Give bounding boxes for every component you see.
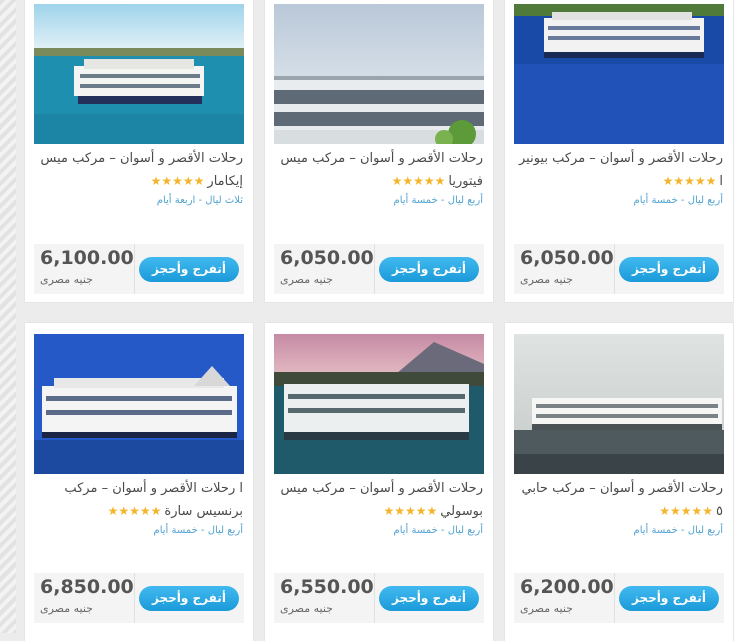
price-amount: 6,550.00 (280, 576, 374, 598)
duration-text: أربع ليال - خمسة أيام (393, 195, 483, 206)
price-amount: 6,200.00 (520, 576, 614, 598)
cruise-ship-image[interactable] (514, 4, 724, 144)
view-and-book-button[interactable]: أتفرج وأحجز (379, 586, 479, 611)
price-currency: جنيه مصرى (520, 602, 573, 615)
price-amount: 6,100.00 (40, 247, 134, 269)
divider (134, 573, 135, 623)
rating-stars-icon: ★★★★★ (150, 174, 205, 188)
duration-text: أربع ليال - خمسة أيام (633, 195, 723, 206)
divider (614, 573, 615, 623)
price-currency: جنيه مصرى (280, 602, 333, 615)
cruise-card: رحلات الأقصر و أسوان – مركب ميس إيكامار★… (25, 0, 253, 302)
duration-text: أربع ليال - خمسة أيام (633, 525, 723, 536)
cruise-card: رحلات الأقصر و أسوان – مركب حابي ٥★★★★★ … (505, 323, 733, 641)
price-currency: جنيه مصرى (40, 602, 93, 615)
rating-stars-icon: ★★★★★ (383, 504, 438, 518)
price-box: 6,200.00 جنيه مصرى أتفرج وأحجز (514, 573, 724, 623)
view-and-book-button[interactable]: أتفرج وأحجز (619, 257, 719, 282)
view-and-book-button[interactable]: أتفرج وأحجز (379, 257, 479, 282)
price-amount: 6,050.00 (520, 247, 614, 269)
view-and-book-button[interactable]: أتفرج وأحجز (139, 257, 239, 282)
rating-stars-icon: ★★★★★ (662, 174, 717, 188)
cruise-title: رحلات الأقصر و أسوان – مركب ميس فيتوريا (280, 151, 484, 189)
cruise-ship-image[interactable] (514, 334, 724, 474)
cruise-card: رحلات الأقصر و أسوان – مركب ميس فيتوريا★… (265, 0, 493, 302)
price-currency: جنيه مصرى (40, 273, 93, 286)
divider (374, 573, 375, 623)
price-box: 6,850.00 جنيه مصرى أتفرج وأحجز (34, 573, 244, 623)
divider (374, 244, 375, 294)
rating-stars-icon: ★★★★★ (107, 504, 162, 518)
decorative-stripe (0, 0, 16, 633)
duration-text: ثلاث ليال - اربعة أيام (156, 195, 243, 206)
divider (134, 244, 135, 294)
view-and-book-button[interactable]: أتفرج وأحجز (619, 586, 719, 611)
cruise-card: رحلات الأقصر و أسوان – مركب بيونير ا★★★★… (505, 0, 733, 302)
price-amount: 6,050.00 (280, 247, 374, 269)
price-box: 6,100.00 جنيه مصرى أتفرج وأحجز (34, 244, 244, 294)
view-and-book-button[interactable]: أتفرج وأحجز (139, 586, 239, 611)
price-currency: جنيه مصرى (520, 273, 573, 286)
rating-stars-icon: ★★★★★ (659, 504, 714, 518)
cruise-ship-image[interactable] (34, 4, 244, 144)
duration-text: أربع ليال - خمسة أيام (393, 525, 483, 536)
price-box: 6,550.00 جنيه مصرى أتفرج وأحجز (274, 573, 484, 623)
price-currency: جنيه مصرى (280, 273, 333, 286)
cruise-ship-image[interactable] (274, 334, 484, 474)
price-box: 6,050.00 جنيه مصرى أتفرج وأحجز (274, 244, 484, 294)
divider (614, 244, 615, 294)
cruise-ship-image[interactable] (274, 4, 484, 144)
cruise-ship-image[interactable] (34, 334, 244, 474)
price-box: 6,050.00 جنيه مصرى أتفرج وأحجز (514, 244, 724, 294)
cruise-title: رحلات الأقصر و أسوان – مركب ميس إيكامار (40, 151, 244, 189)
duration-text: أربع ليال - خمسة أيام (153, 525, 243, 536)
cruise-card: رحلات الأقصر و أسوان – مركب ميس بوسولي★★… (265, 323, 493, 641)
price-amount: 6,850.00 (40, 576, 134, 598)
cruise-card: ا رحلات الأقصر و أسوان – مركب برنسيس سار… (25, 323, 253, 641)
rating-stars-icon: ★★★★★ (391, 174, 446, 188)
